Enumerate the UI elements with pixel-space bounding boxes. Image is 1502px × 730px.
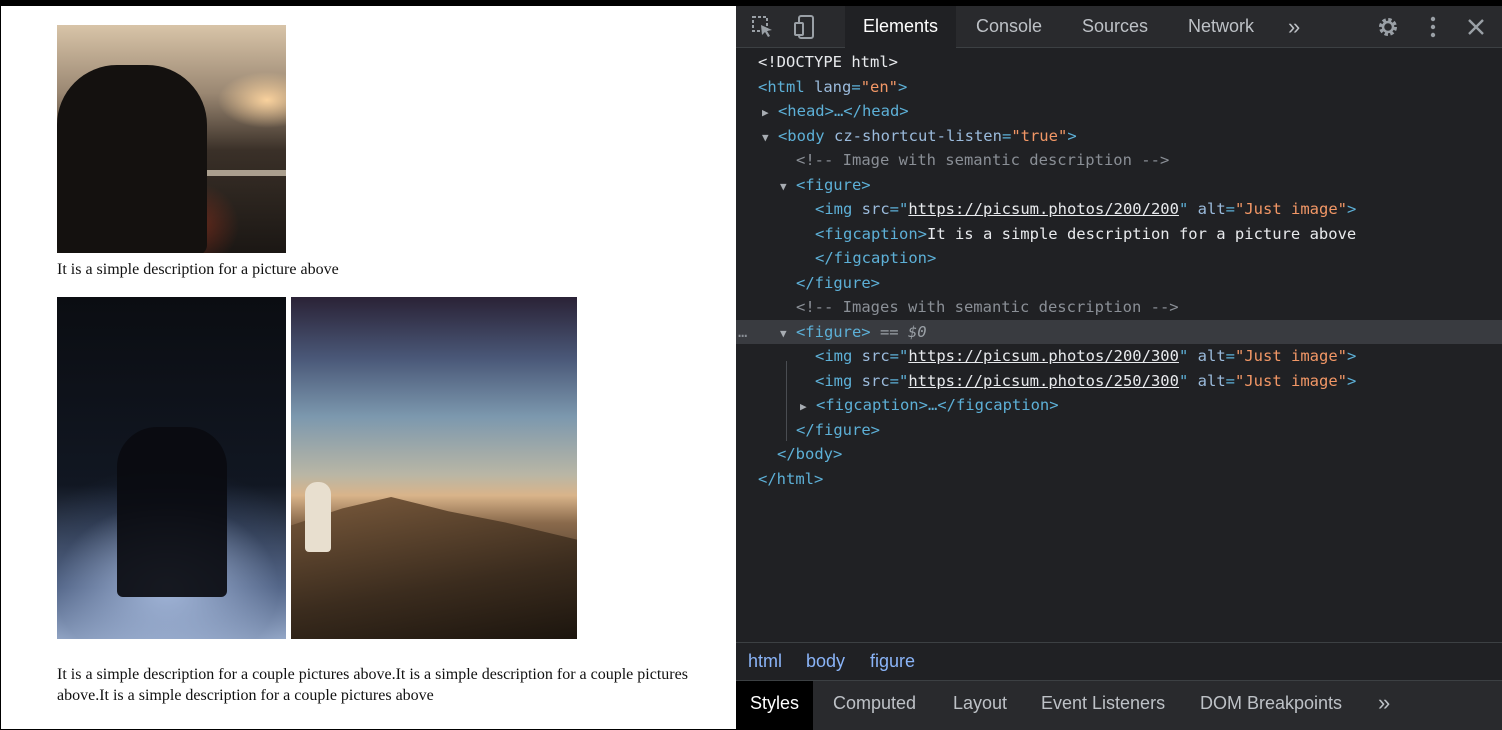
dom-line[interactable]: <!-- Images with semantic description --… (736, 295, 1502, 319)
device-toolbar-icon[interactable] (792, 14, 818, 40)
dom-line[interactable]: </html> (736, 467, 1502, 491)
dom-line[interactable]: </body> (736, 442, 1502, 466)
ellipsis-icon[interactable]: … (738, 320, 747, 344)
devtools-toolbar: Elements Console Sources Network » (736, 6, 1502, 49)
tab-console[interactable]: Console (958, 6, 1060, 47)
dom-line[interactable]: ▼ <body cz-shortcut-listen="true"> (736, 124, 1502, 148)
devtools-panel: Elements Console Sources Network » <!DOC… (736, 0, 1502, 730)
tab-computed[interactable]: Computed (819, 681, 930, 730)
dom-line[interactable]: <!-- Image with semantic description --> (736, 148, 1502, 172)
dom-line[interactable]: ▼ <figure> (736, 173, 1502, 197)
panel-tabs: Styles Computed Layout Event Listeners D… (736, 680, 1502, 730)
breadcrumb-html[interactable]: html (748, 643, 782, 680)
dom-line[interactable]: <!DOCTYPE html> (736, 50, 1502, 74)
dom-line[interactable]: </figcaption> (736, 246, 1502, 270)
more-tabs-button[interactable]: » (1270, 6, 1318, 47)
tab-sources[interactable]: Sources (1064, 6, 1166, 47)
expand-triangle-icon[interactable]: ▶ (762, 106, 769, 119)
photo-couple-night (57, 297, 286, 639)
dom-line[interactable]: ▶ <head>…</head> (736, 99, 1502, 123)
dom-line[interactable]: <img src="https://picsum.photos/200/200"… (736, 197, 1502, 221)
dom-line[interactable]: ▶ <figcaption>…</figcaption> (736, 393, 1502, 417)
more-panel-tabs-button[interactable]: » (1364, 681, 1404, 730)
breadcrumb-body[interactable]: body (806, 643, 845, 680)
expand-triangle-icon[interactable]: ▶ (800, 400, 807, 413)
tab-elements[interactable]: Elements (845, 6, 957, 49)
dom-line-selected[interactable]: … ▼ <figure> == $0 (736, 319, 1502, 344)
collapse-triangle-icon[interactable]: ▼ (762, 131, 769, 144)
collapse-triangle-icon[interactable]: ▼ (780, 327, 787, 340)
tab-network[interactable]: Network (1170, 6, 1272, 47)
collapse-triangle-icon[interactable]: ▼ (780, 180, 787, 193)
tab-event-listeners[interactable]: Event Listeners (1027, 681, 1179, 730)
close-icon[interactable] (1463, 14, 1489, 40)
breadcrumb: html body figure (736, 642, 1502, 680)
gear-icon[interactable] (1375, 14, 1401, 40)
tab-dom-breakpoints[interactable]: DOM Breakpoints (1186, 681, 1356, 730)
tab-layout[interactable]: Layout (939, 681, 1021, 730)
dom-line[interactable]: </figure> (736, 271, 1502, 295)
photo-person-sunset (57, 25, 286, 253)
dom-line[interactable]: <img src="https://picsum.photos/200/300"… (736, 344, 1502, 368)
figure2-caption: It is a simple description for a couple … (57, 666, 688, 704)
tab-styles[interactable]: Styles (736, 681, 814, 730)
figure1-caption: It is a simple description for a picture… (57, 261, 339, 278)
breadcrumb-figure[interactable]: figure (870, 643, 915, 680)
inspect-element-icon[interactable] (750, 14, 776, 40)
dom-line[interactable]: <figcaption>It is a simple description f… (736, 222, 1502, 246)
rendered-page: It is a simple description for a picture… (0, 0, 736, 729)
dom-line[interactable]: </figure> (736, 418, 1502, 442)
indent-guide (786, 361, 787, 441)
dom-line[interactable]: <img src="https://picsum.photos/250/300"… (736, 369, 1502, 393)
dom-line[interactable]: <html lang="en"> (736, 75, 1502, 99)
photo-mountain-rocks (291, 297, 577, 639)
kebab-menu-icon[interactable] (1420, 14, 1446, 40)
